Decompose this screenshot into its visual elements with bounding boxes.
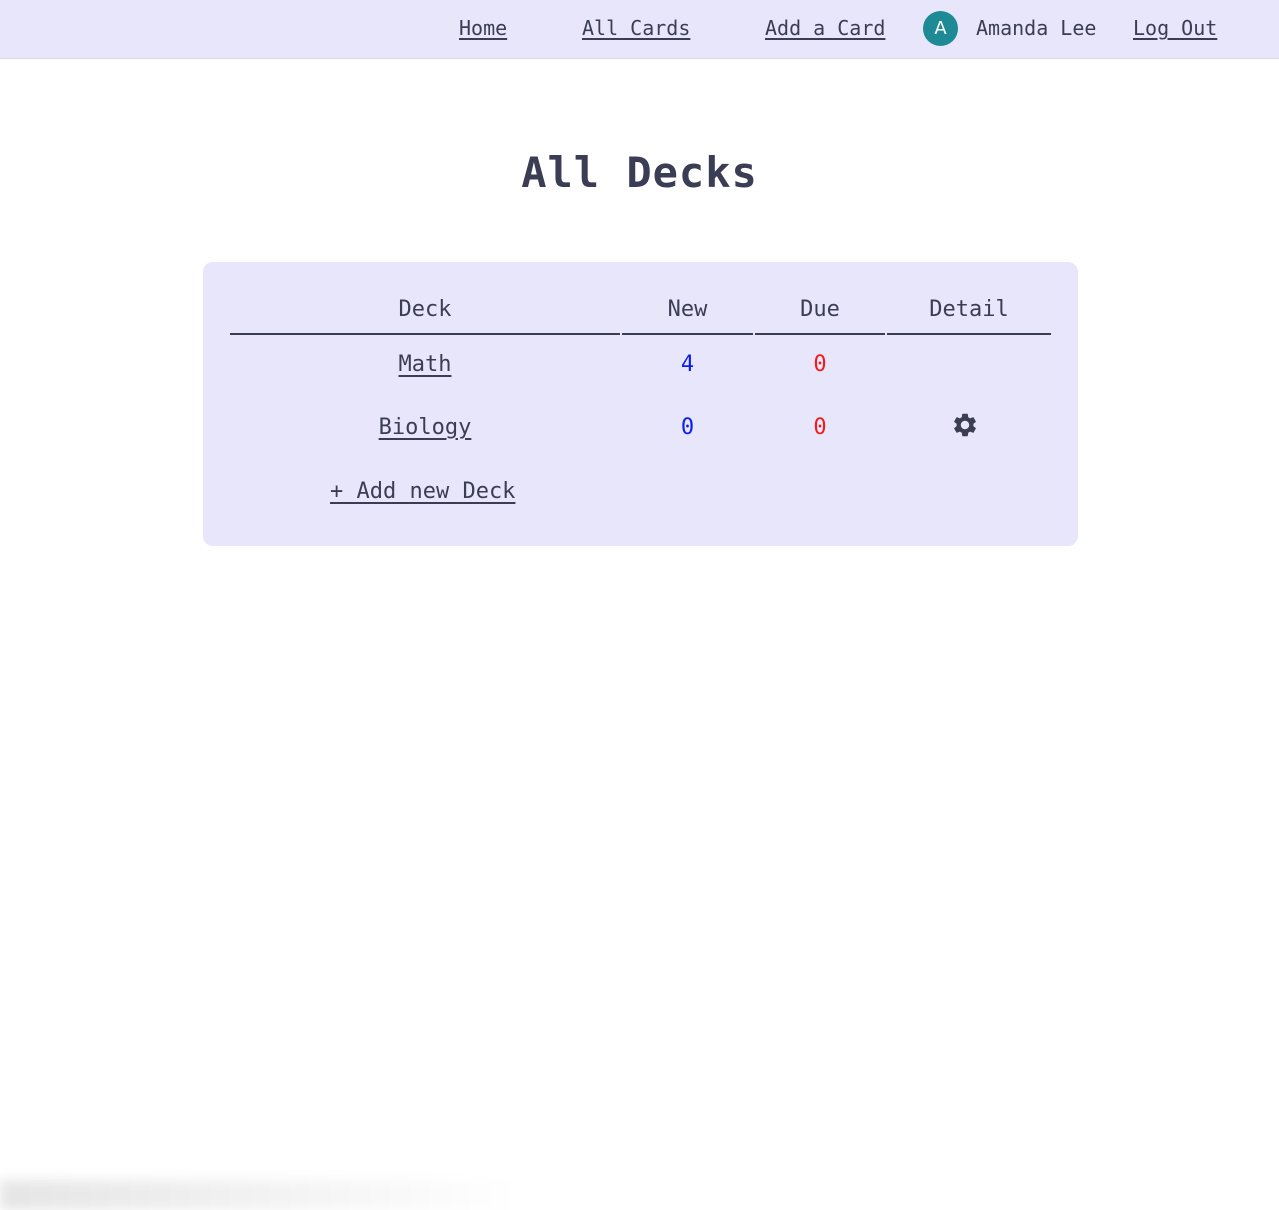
header-due: Due	[755, 295, 885, 335]
user-name: Amanda Lee	[976, 16, 1097, 40]
page-title: All Decks	[521, 148, 758, 197]
deck-link-biology[interactable]: Biology	[379, 415, 472, 440]
add-new-deck-link[interactable]: + Add new Deck	[330, 477, 515, 507]
deck-table-panel: Deck New Due Detail Math 4 0 Biology 0 0…	[203, 262, 1078, 546]
deck-link-math[interactable]: Math	[399, 352, 452, 377]
due-count-biology: 0	[813, 415, 827, 440]
gear-icon[interactable]	[951, 411, 979, 439]
table-row-biology: Biology	[230, 413, 620, 443]
user-avatar[interactable]: A	[923, 11, 958, 46]
nav-home-link[interactable]: Home	[459, 16, 507, 40]
top-navbar: Home All Cards Add a Card A Amanda Lee L…	[0, 0, 1279, 59]
header-detail: Detail	[887, 295, 1051, 335]
header-deck: Deck	[230, 295, 620, 335]
new-count-biology: 0	[680, 415, 695, 440]
header-new: New	[622, 295, 753, 335]
table-row-math: Math	[230, 350, 620, 380]
due-count-math: 0	[813, 352, 827, 377]
logout-link[interactable]: Log Out	[1133, 16, 1217, 40]
new-count-math: 4	[680, 352, 695, 377]
nav-add-card-link[interactable]: Add a Card	[765, 16, 885, 40]
nav-all-cards-link[interactable]: All Cards	[582, 16, 690, 40]
window-edge-shadow	[0, 1180, 520, 1210]
